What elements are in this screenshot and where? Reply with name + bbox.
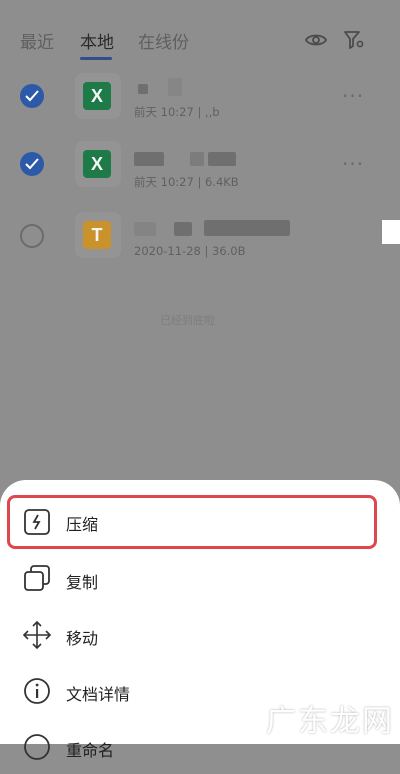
file-meta: 前天 10:27 | ,,b [134, 105, 220, 119]
sheet-item-label: 压缩 [66, 515, 99, 534]
file-meta: 2020-11-28 | 36.0B [134, 244, 246, 258]
blurred-filename [204, 220, 290, 236]
check-icon [25, 158, 39, 170]
file-row[interactable]: T 2020-11-28 | 36.0B [0, 204, 400, 268]
sheet-item-label: 移动 [66, 629, 99, 648]
file-meta: 前天 10:27 | 6.4KB [134, 175, 239, 189]
blurred-filename [208, 152, 236, 166]
more-options-button[interactable]: ··· [342, 152, 364, 176]
copy-icon [24, 565, 50, 591]
eye-icon[interactable] [304, 28, 328, 52]
excel-file-icon: X [75, 141, 121, 187]
sheet-item-copy[interactable]: 复制 [0, 550, 400, 606]
tab-online[interactable]: 在线份 [138, 28, 189, 53]
sheet-item-label: 文档详情 [66, 685, 131, 704]
sheet-item-label: 重命名 [66, 741, 115, 760]
excel-file-icon: X [75, 73, 121, 119]
blurred-filename [134, 152, 164, 166]
edge-mark [382, 220, 400, 244]
checkbox-unchecked[interactable] [20, 224, 44, 248]
watermark-text: 广东龙网 [266, 704, 394, 739]
file-row[interactable]: X 前天 10:27 | 6.4KB ··· [0, 132, 400, 196]
blurred-filename [138, 84, 148, 94]
tab-bar: 最近 本地 在线份 [0, 0, 400, 68]
more-options-button[interactable]: ··· [342, 84, 364, 108]
sheet-item-compress[interactable]: 压缩 [0, 494, 400, 550]
sheet-item-move[interactable]: 移动 [0, 606, 400, 662]
file-manager-screen: 最近 本地 在线份 X 前天 10:27 | ,,b ··· X 前天 10:2… [0, 0, 400, 760]
tab-recent[interactable]: 最近 [20, 28, 54, 53]
blurred-filename [134, 222, 156, 236]
rename-icon [24, 734, 50, 760]
tab-local[interactable]: 本地 [80, 28, 114, 53]
tab-active-indicator [80, 57, 112, 60]
file-row[interactable]: X 前天 10:27 | ,,b ··· [0, 64, 400, 128]
blurred-filename [168, 78, 182, 96]
move-icon [22, 620, 52, 650]
blurred-filename [190, 152, 204, 166]
check-icon [25, 90, 39, 102]
checkbox-checked[interactable] [20, 152, 44, 176]
filter-settings-icon[interactable] [342, 28, 366, 52]
sheet-item-label: 复制 [66, 573, 99, 592]
checkbox-checked[interactable] [20, 84, 44, 108]
end-of-list-text: 已经到底啦 [160, 314, 215, 327]
text-file-icon: T [75, 212, 121, 258]
info-icon [24, 678, 50, 704]
blurred-filename [174, 222, 192, 236]
compress-icon [24, 509, 50, 535]
